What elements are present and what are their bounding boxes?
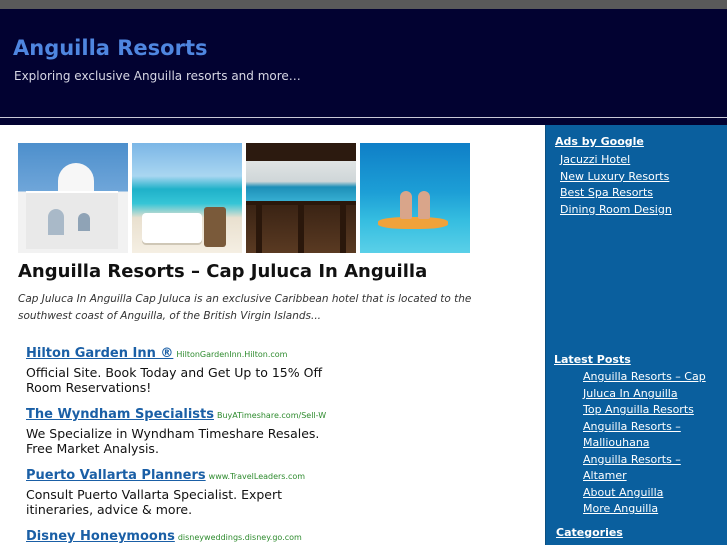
ad-heading: Puerto Vallarta Planners www.TravelLeader… — [26, 465, 326, 486]
person-shape — [400, 191, 412, 219]
dome-shape — [58, 163, 94, 193]
arch-shape-small — [78, 213, 90, 231]
main-content: Anguilla Resorts – Cap Juluca In Anguill… — [0, 125, 545, 545]
photo-strip — [18, 143, 470, 253]
ad-title-link[interactable]: Puerto Vallarta Planners — [26, 468, 206, 483]
railing-post — [298, 201, 304, 253]
railing-post — [256, 201, 262, 253]
ad-title-link[interactable]: The Wyndham Specialists — [26, 407, 214, 422]
ad-body: We Specialize in Wyndham Timeshare Resal… — [26, 426, 320, 456]
ad-title-link[interactable]: Disney Honeymoons — [26, 529, 175, 544]
roof-shape — [246, 143, 356, 161]
ad-url[interactable]: BuyATimeshare.com/Sell-W… — [217, 411, 326, 420]
ad-heading: Disney Honeymoons disneyweddings.disney.g… — [26, 526, 326, 547]
ad-item: Puerto Vallarta Planners www.TravelLeader… — [26, 465, 326, 517]
ad-url[interactable]: HiltonGardenInn.Hilton.com — [176, 350, 287, 359]
ad-body: Official Site. Book Today and Get Up to … — [26, 365, 323, 395]
chair-shape — [204, 207, 226, 247]
ad-body: Consult Puerto Vallarta Specialist. Expe… — [26, 487, 283, 517]
google-ads-block: Hilton Garden Inn ® HiltonGardenInn.Hilto… — [26, 343, 326, 556]
post-title[interactable]: Anguilla Resorts – Cap Juluca In Anguill… — [18, 261, 427, 282]
ad-heading: The Wyndham Specialists BuyATimeshare.com… — [26, 404, 326, 425]
top-bar — [0, 0, 727, 9]
resort-photo-villa[interactable] — [18, 143, 128, 253]
ad-url[interactable]: disneyweddings.disney.go.com — [178, 533, 302, 542]
table-shape — [142, 213, 202, 243]
wall-shape — [26, 191, 118, 249]
ad-url[interactable]: www.TravelLeaders.com — [209, 472, 305, 481]
header-divider — [0, 117, 727, 118]
ad-heading: Hilton Garden Inn ® HiltonGardenInn.Hilto… — [26, 343, 326, 364]
sidebar-border — [545, 125, 727, 545]
arch-shape — [48, 209, 64, 235]
site-title[interactable]: Anguilla Resorts — [13, 36, 208, 60]
ad-title-link[interactable]: Hilton Garden Inn ® — [26, 346, 173, 361]
site-description: Exploring exclusive Anguilla resorts and… — [14, 69, 301, 83]
resort-photo-terrace[interactable] — [246, 143, 356, 253]
ad-item: Hilton Garden Inn ® HiltonGardenInn.Hilto… — [26, 343, 326, 395]
resort-photo-kayak[interactable] — [360, 143, 470, 253]
post-excerpt: Cap Juluca In Anguilla Cap Juluca is an … — [18, 293, 472, 322]
person-shape — [418, 191, 430, 219]
resort-photo-beach-dining[interactable] — [132, 143, 242, 253]
kayak-shape — [378, 217, 448, 229]
site-header: Anguilla Resorts Exploring exclusive Ang… — [0, 9, 727, 125]
railing-post — [340, 201, 346, 253]
ad-item: The Wyndham Specialists BuyATimeshare.com… — [26, 404, 326, 456]
ad-item: Disney Honeymoons disneyweddings.disney.g… — [26, 526, 326, 547]
